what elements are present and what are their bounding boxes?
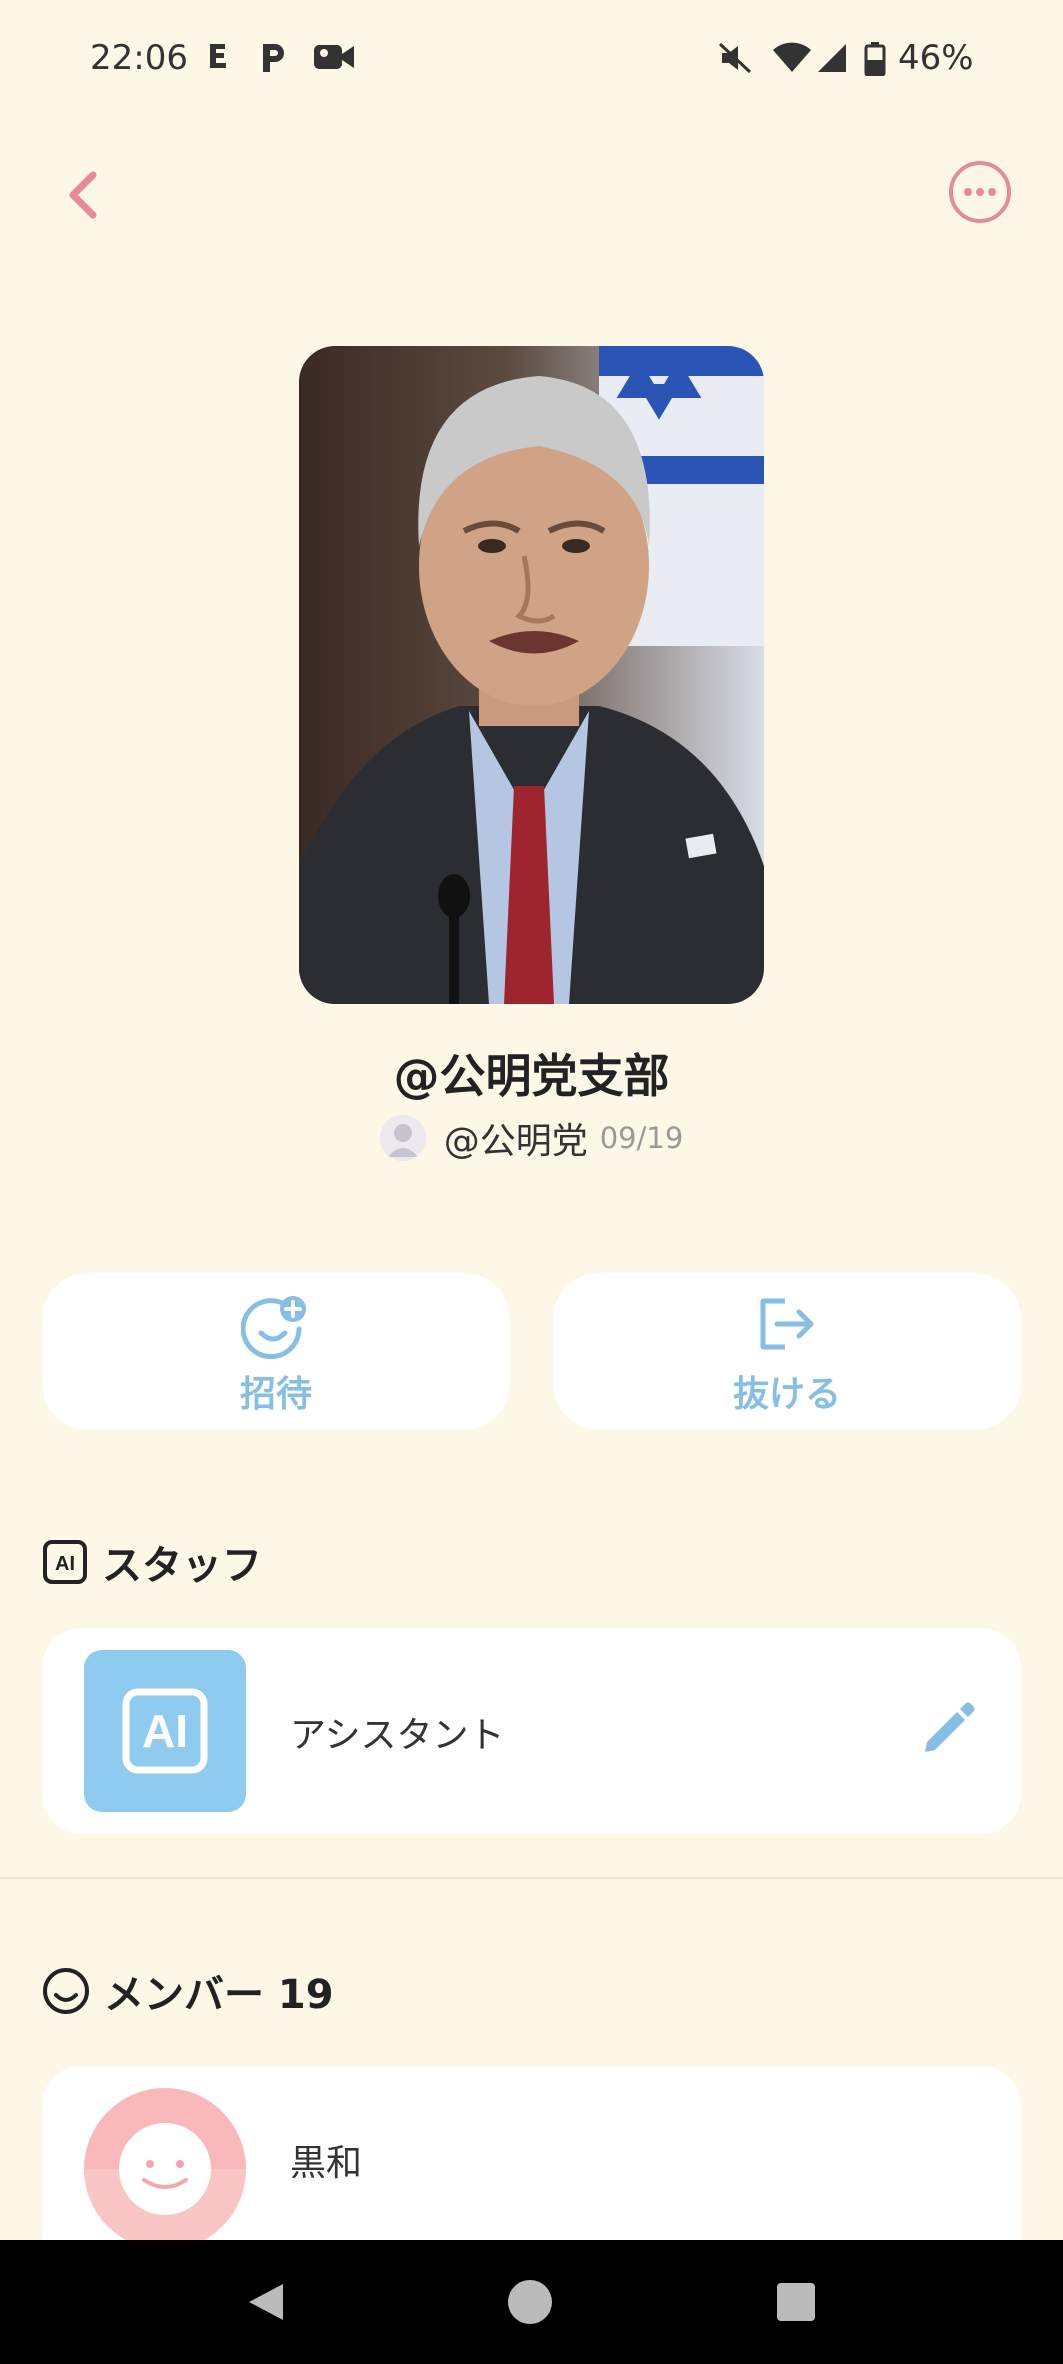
section-divider [0, 1877, 1063, 1879]
ai-box-icon: AI [43, 1540, 87, 1584]
invite-label: 招待 [239, 1374, 312, 1415]
creator-name[interactable]: @公明党 [444, 1112, 588, 1164]
creator-row: @公明党 09/19 [0, 1112, 1063, 1164]
video-camera-icon [312, 42, 356, 76]
member-name: 黒和 [290, 2143, 363, 2184]
nav-back-button[interactable] [243, 2280, 287, 2328]
mute-icon [718, 42, 754, 78]
created-date: 09/19 [599, 1121, 684, 1155]
creator-avatar[interactable] [379, 1115, 426, 1161]
invite-button[interactable]: 招待 [42, 1273, 510, 1430]
battery-icon [864, 42, 886, 80]
system-navigation-bar [0, 2240, 1063, 2364]
svg-text:AI: AI [55, 1553, 75, 1575]
pencil-icon [925, 1702, 975, 1752]
triangle-back-icon [249, 2284, 283, 2320]
nav-recents-button[interactable] [776, 2282, 816, 2326]
leave-button[interactable]: 抜ける [553, 1273, 1021, 1430]
group-title: @公明党支部 [393, 1049, 670, 1103]
circle-home-icon [508, 2280, 552, 2324]
smiley-icon [43, 1968, 89, 2014]
group-photo[interactable] [299, 346, 764, 1004]
more-options-button[interactable] [946, 158, 1014, 226]
leave-label: 抜ける [732, 1374, 841, 1415]
battery-percentage: 46% [898, 38, 974, 78]
status-time: 22:06 [90, 38, 188, 78]
more-horizontal-circle-icon [949, 161, 1011, 223]
edit-staff-button[interactable] [919, 1698, 979, 1758]
staff-section-title: スタッフ [102, 1543, 262, 1589]
member-avatar [84, 2088, 246, 2250]
exit-icon [760, 1298, 814, 1350]
ai-tile-text: AI [142, 1705, 188, 1757]
chevron-left-icon [69, 171, 97, 219]
square-recents-icon [777, 2283, 815, 2321]
e-icon [207, 42, 229, 74]
staff-item[interactable]: AI アシスタント [42, 1628, 1021, 1834]
p-icon [258, 42, 288, 78]
members-section-title: メンバー 19 [104, 1972, 334, 2018]
members-section-header: メンバー 19 [42, 1962, 334, 2020]
add-friend-icon [241, 1296, 306, 1359]
staff-name: アシスタント [290, 1715, 505, 1756]
ai-assistant-avatar: AI [84, 1650, 246, 1812]
wifi-icon [772, 42, 812, 78]
staff-section-header: AI スタッフ [42, 1533, 262, 1591]
nav-home-button[interactable] [507, 2279, 553, 2329]
signal-icon [816, 42, 848, 78]
back-button[interactable] [48, 160, 118, 230]
